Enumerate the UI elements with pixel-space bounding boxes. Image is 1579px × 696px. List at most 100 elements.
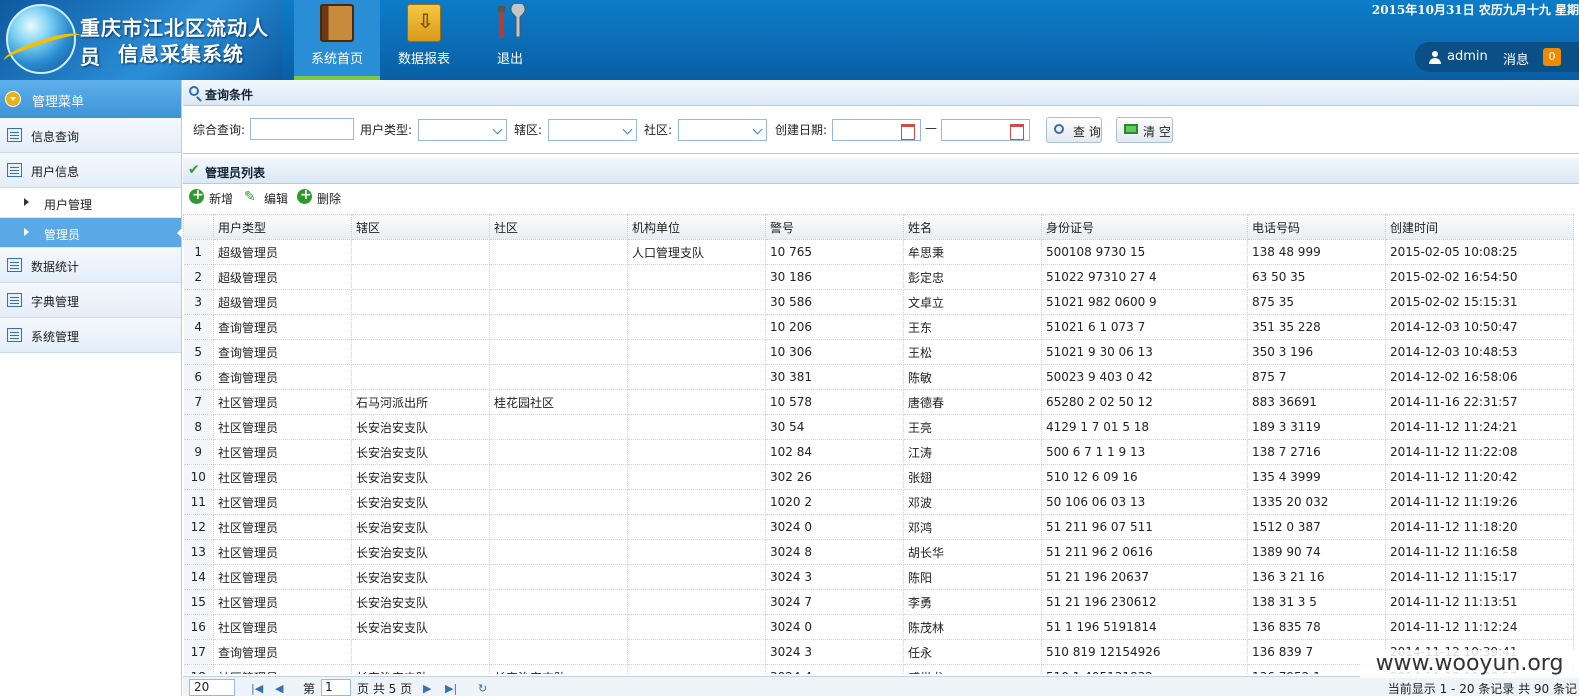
nav-home[interactable]: 系统首页 xyxy=(294,0,380,80)
table-cell: 10 578 xyxy=(765,389,904,415)
table-cell: 510 1 405131832 xyxy=(1041,664,1248,674)
nav-exit[interactable]: 退出 xyxy=(467,0,553,80)
next-page-icon[interactable]: ▶ xyxy=(423,682,431,695)
calendar-icon xyxy=(7,328,22,342)
clear-button[interactable]: 清 空 xyxy=(1116,117,1173,143)
column-header[interactable]: 姓名 xyxy=(903,214,1042,240)
district-select[interactable] xyxy=(548,119,637,141)
column-header[interactable]: 社区 xyxy=(489,214,628,240)
table-cell xyxy=(489,339,628,365)
sidebar-item-user-info[interactable]: 用户信息 xyxy=(0,153,181,188)
nav-reports[interactable]: 数据报表 xyxy=(381,0,467,80)
table-cell: 社区管理员 xyxy=(213,564,352,590)
sidebar-header[interactable]: 管理菜单 xyxy=(0,80,181,118)
edit-button[interactable]: ✎ 编辑 xyxy=(244,189,294,207)
table-cell: 长安治安支队 xyxy=(351,514,490,540)
table-cell: 875 35 xyxy=(1247,289,1386,315)
sidebar-item-info-query[interactable]: 信息查询 xyxy=(0,118,181,153)
table-row[interactable]: 2 超级管理员 30 186 彭定忠 51022 97310 27 4 63 50 35 2… xyxy=(183,264,1574,290)
caret-right-icon xyxy=(24,198,29,206)
list-title: 管理员列表 xyxy=(205,166,266,180)
label-general-query: 综合查询: xyxy=(193,123,246,137)
column-header[interactable]: 辖区 xyxy=(351,214,490,240)
row-number: 4 xyxy=(183,314,214,340)
community-select[interactable] xyxy=(678,119,767,141)
table-cell: 883 36691 xyxy=(1247,389,1386,415)
table-cell: 30 381 xyxy=(765,364,904,390)
table-cell: 唐德春 xyxy=(903,389,1042,415)
column-header[interactable]: 电话号码 xyxy=(1247,214,1386,240)
delete-button[interactable]: 删除 xyxy=(297,187,347,207)
table-row[interactable]: 4 查询管理员 10 206 王东 51021 6 1 073 7 351 35 228 2… xyxy=(183,314,1574,340)
sidebar-subitem-admin[interactable]: 管理员 xyxy=(0,218,182,248)
app-logo: 重庆市江北区流动人员 信息采集系统 xyxy=(0,0,282,80)
table-row[interactable]: 8 社区管理员 长安治安支队 30 54 王亮 4129 1 7 01 5 18 189 3… xyxy=(183,414,1574,440)
user-type-select[interactable] xyxy=(418,119,507,141)
column-header-rownum xyxy=(183,214,214,240)
nav-reports-label: 数据报表 xyxy=(397,52,450,67)
column-header[interactable]: 警号 xyxy=(765,214,904,240)
table-cell xyxy=(351,639,490,665)
sidebar-item-statistics[interactable]: 数据统计 xyxy=(0,248,181,283)
table-row[interactable]: 15 社区管理员 长安治安支队 3024 7 李勇 51 21 196 230612 138… xyxy=(183,589,1574,615)
column-header[interactable]: 创建时间 xyxy=(1385,214,1574,240)
table-row[interactable]: 16 社区管理员 长安治安支队 3024 0 陈茂林 51 1 196 5191814 13… xyxy=(183,614,1574,640)
table-row[interactable]: 12 社区管理员 长安治安支队 3024 0 邓鸿 51 211 96 07 511 151… xyxy=(183,514,1574,540)
table-row[interactable]: 9 社区管理员 长安治安支队 102 84 江涛 500 6 7 1 1 9 13 138 … xyxy=(183,439,1574,465)
row-number: 6 xyxy=(183,364,214,390)
table-cell: 30 186 xyxy=(765,264,904,290)
row-number: 15 xyxy=(183,589,214,615)
last-page-icon[interactable]: ▶| xyxy=(445,682,457,695)
date-from-input[interactable] xyxy=(832,119,921,141)
table-row[interactable]: 1 超级管理员 人口管理支队 10 765 牟思秉 500108 9730 15 138 4… xyxy=(183,239,1574,265)
table-cell: 超级管理员 xyxy=(213,289,352,315)
table-cell: 51021 982 0600 9 xyxy=(1041,289,1248,315)
table-cell: 500 6 7 1 1 9 13 xyxy=(1041,439,1248,465)
page-number-input[interactable]: 1 xyxy=(321,679,351,696)
table-cell: 长安治安支队 xyxy=(351,664,490,674)
table-cell: 3024 0 xyxy=(765,614,904,640)
row-number: 9 xyxy=(183,439,214,465)
table-cell: 302 26 xyxy=(765,464,904,490)
date-to-input[interactable] xyxy=(941,119,1030,141)
table-row[interactable]: 7 社区管理员 石马河派出所 桂花园社区 10 578 唐德春 65280 2 02 50 … xyxy=(183,389,1574,415)
column-header[interactable]: 身份证号 xyxy=(1041,214,1248,240)
table-row[interactable]: 13 社区管理员 长安治安支队 3024 8 胡长华 51 211 96 2 0616 13… xyxy=(183,539,1574,565)
label-user-type: 用户类型: xyxy=(360,123,413,137)
prev-page-icon[interactable]: ◀ xyxy=(275,682,283,695)
general-query-input[interactable] xyxy=(250,118,354,140)
list-icon xyxy=(7,128,22,142)
add-button[interactable]: 新增 xyxy=(189,187,239,207)
table-cell xyxy=(489,264,628,290)
add-button-label: 新增 xyxy=(209,192,234,206)
admin-table: 用户类型 辖区 社区 机构单位 警号 姓名 身份证号 电话号码 创建时间 1 超级… xyxy=(183,214,1579,674)
table-cell: 社区管理员 xyxy=(213,589,352,615)
header-bar: 重庆市江北区流动人员 信息采集系统 系统首页 数据报表 退出 2015年10月3… xyxy=(0,0,1579,80)
message-count-badge[interactable]: 0 xyxy=(1543,48,1561,66)
messages-link[interactable]: 消息 xyxy=(1503,49,1529,68)
table-cell xyxy=(627,639,766,665)
sidebar-item-system[interactable]: 系统管理 xyxy=(0,318,181,353)
column-header[interactable]: 机构单位 xyxy=(627,214,766,240)
nav-home-label: 系统首页 xyxy=(310,52,363,67)
username[interactable]: admin xyxy=(1447,49,1488,64)
table-cell: 1335 20 032 xyxy=(1247,489,1386,515)
table-row[interactable]: 5 查询管理员 10 306 王松 51021 9 30 06 13 350 3 196 2… xyxy=(183,339,1574,365)
search-button[interactable]: 查 询 xyxy=(1046,117,1102,143)
table-cell: 2014-12-02 16:58:06 xyxy=(1385,364,1574,390)
table-row[interactable]: 11 社区管理员 长安治安支队 1020 2 邓波 50 106 06 03 13 1335… xyxy=(183,489,1574,515)
sidebar-item-dictionary[interactable]: 字典管理 xyxy=(0,283,181,318)
table-row[interactable]: 10 社区管理员 长安治安支队 302 26 张翅 510 12 6 09 16 135 4… xyxy=(183,464,1574,490)
column-header[interactable]: 用户类型 xyxy=(213,214,352,240)
table-cell xyxy=(627,489,766,515)
refresh-icon[interactable]: ↻ xyxy=(478,682,487,695)
table-row[interactable]: 6 查询管理员 30 381 陈敏 50023 9 403 0 42 875 7 2014-… xyxy=(183,364,1574,390)
sidebar-subitem-user-manage[interactable]: 用户管理 xyxy=(0,188,181,218)
page-size-select[interactable]: 20 xyxy=(189,679,235,696)
table-row[interactable]: 3 超级管理员 30 586 文卓立 51021 982 0600 9 875 35 201… xyxy=(183,289,1574,315)
first-page-icon[interactable]: |◀ xyxy=(251,682,263,695)
table-row[interactable]: 14 社区管理员 长安治安支队 3024 3 陈阳 51 21 196 20637 136 … xyxy=(183,564,1574,590)
table-cell xyxy=(351,364,490,390)
table-cell xyxy=(627,539,766,565)
calendar-icon xyxy=(7,258,22,272)
